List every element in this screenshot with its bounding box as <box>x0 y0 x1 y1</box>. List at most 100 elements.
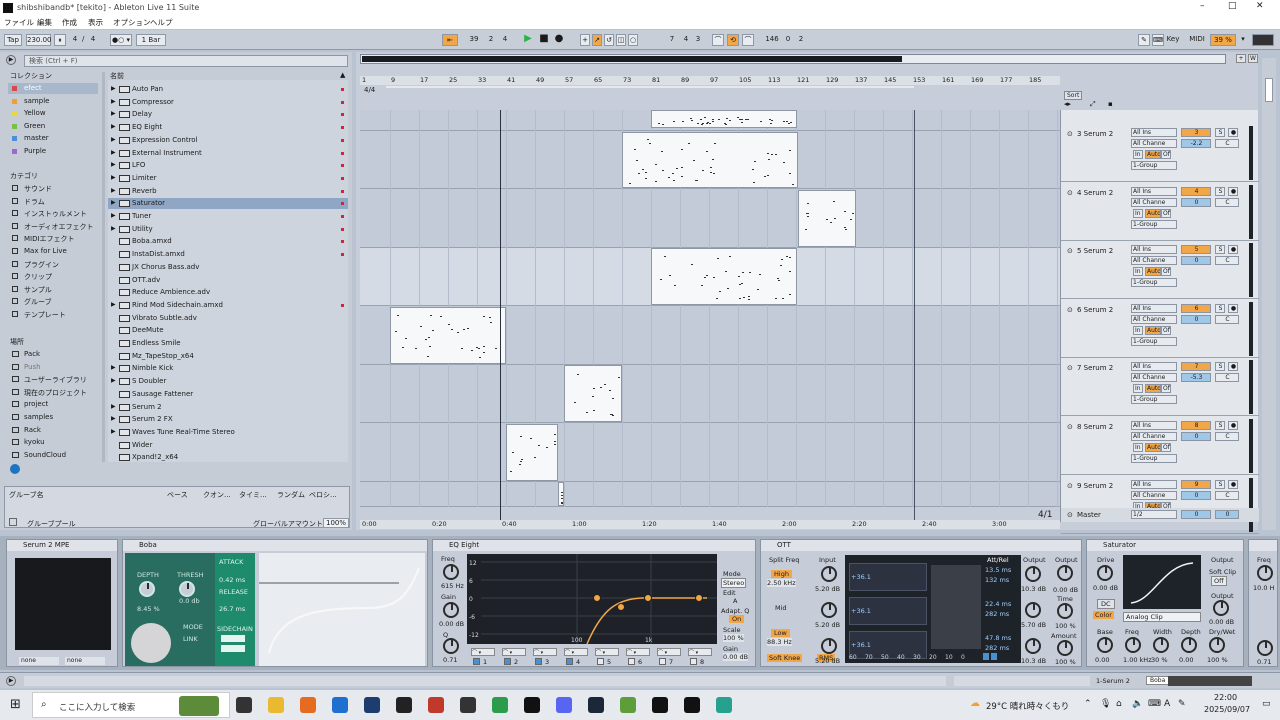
ott-input-knob[interactable] <box>821 638 837 654</box>
boba-attack-value[interactable]: 0.42 ms <box>219 576 245 584</box>
track-activator[interactable]: 6 <box>1181 304 1211 313</box>
input-type-select[interactable]: All Ins <box>1131 362 1177 371</box>
maximize-icon[interactable]: □ <box>1228 1 1237 11</box>
automation-arm-icon[interactable]: ↗ <box>592 34 602 46</box>
track-fold-icon[interactable]: ⊙ <box>1067 482 1073 490</box>
track-lane[interactable] <box>360 189 1060 248</box>
monitor-auto-button[interactable]: Auto <box>1145 150 1161 159</box>
monitor-in-button[interactable]: In <box>1133 443 1143 452</box>
groove-column-header[interactable]: ベース <box>167 490 188 500</box>
place-item[interactable]: ユーザーライブラリ <box>8 374 98 385</box>
browser-item[interactable]: ▶ Serum 2 FX <box>108 414 348 425</box>
eq-gain-knob[interactable] <box>443 602 459 618</box>
ott-attrel-value[interactable]: 282 ms <box>985 644 1009 652</box>
track-fold-icon[interactable]: ⊙ <box>1067 306 1073 314</box>
clock-date[interactable]: 2025/09/07 <box>1204 705 1250 714</box>
browser-item[interactable]: ▶ Waves Tune Real-Time Stereo <box>108 427 348 438</box>
midi-clip[interactable] <box>564 365 622 422</box>
midi-clip[interactable] <box>622 132 798 188</box>
monitor-auto-button[interactable]: Auto <box>1145 267 1161 276</box>
scroll-thumb[interactable] <box>1265 78 1273 102</box>
menu-create[interactable]: 作成 <box>62 17 77 28</box>
place-item[interactable]: SoundCloud <box>8 450 98 461</box>
ott-band-output-knob[interactable] <box>1025 566 1041 582</box>
groove-column-header[interactable]: タイミ... <box>239 490 267 500</box>
category-item[interactable]: サウンド <box>8 183 98 194</box>
overdub-icon[interactable]: + <box>580 34 590 46</box>
collection-item[interactable]: Purple <box>8 146 98 157</box>
browser-splitter[interactable] <box>102 72 105 462</box>
output-select[interactable]: 1-Group <box>1131 454 1177 463</box>
ableton-live-icon[interactable] <box>524 697 540 713</box>
monitor-off-button[interactable]: Off <box>1161 384 1171 393</box>
midi-clip[interactable] <box>651 248 797 305</box>
master-volume[interactable]: 0 <box>1181 510 1211 519</box>
boba-sidechain-button-2[interactable] <box>221 645 245 652</box>
eq-band-toggle[interactable] <box>628 658 635 665</box>
track-lane[interactable] <box>360 423 1060 482</box>
search-input[interactable]: 検索 (Ctrl + F) <box>24 55 348 67</box>
eq-band-handle[interactable] <box>618 604 625 611</box>
pan-field[interactable]: C <box>1215 491 1239 500</box>
tempo-field[interactable]: 230.00 <box>26 34 51 46</box>
category-item[interactable]: サンプル <box>8 284 98 295</box>
boba-depth-knob[interactable] <box>139 581 155 597</box>
track-activator[interactable]: 3 <box>1181 128 1211 137</box>
sat-width-knob[interactable] <box>1153 637 1169 653</box>
chrome-icon[interactable] <box>492 697 508 713</box>
track-name[interactable]: 7 Serum 2 <box>1077 364 1113 372</box>
zoom-in-icon[interactable]: + <box>1236 54 1246 63</box>
song-position-sixteenth[interactable]: 4 <box>498 34 512 46</box>
volume-field[interactable]: 0 <box>1181 198 1211 207</box>
ott-low-freq[interactable]: 88.3 Hz <box>767 638 792 646</box>
menu-view[interactable]: 表示 <box>88 17 103 28</box>
ott-high-button[interactable]: High <box>771 570 792 578</box>
arm-icon[interactable]: ● <box>1228 245 1238 254</box>
volume-field[interactable]: 0 <box>1181 256 1211 265</box>
input-channel-select[interactable]: All Channe <box>1131 315 1177 324</box>
browser-item[interactable]: Endless Smile <box>108 338 348 349</box>
solo-button[interactable]: S <box>1215 128 1225 137</box>
ott-time-knob[interactable] <box>1057 603 1073 619</box>
solo-button[interactable]: S <box>1215 187 1225 196</box>
place-item[interactable]: Pack <box>8 349 98 360</box>
draw-mode-icon[interactable]: ✎ <box>1138 34 1150 46</box>
sat-drive-knob[interactable] <box>1097 565 1113 581</box>
monitor-off-button[interactable]: Off <box>1161 150 1171 159</box>
ableton-live-icon-2[interactable] <box>652 697 668 713</box>
midi-clip[interactable] <box>798 190 856 247</box>
expand-chevron-icon[interactable]: ▶ <box>111 85 116 92</box>
sends-toggle-icon[interactable]: ▪ <box>1108 100 1113 108</box>
input-channel-select[interactable]: All Channe <box>1131 373 1177 382</box>
input-channel-select[interactable]: All Channe <box>1131 198 1177 207</box>
pan-field[interactable]: C <box>1215 256 1239 265</box>
time-ruler[interactable]: 0:00 0:20 0:40 1:00 1:20 1:40 2:00 2:20 2:40 3:00 <box>360 520 1060 529</box>
obs-icon[interactable] <box>460 697 476 713</box>
eq-display[interactable]: 1260-6-121001k10k <box>467 554 717 644</box>
eq-band-toggle[interactable] <box>535 658 542 665</box>
input-channel-select[interactable]: All Channe <box>1131 432 1177 441</box>
boba-sidechain-button[interactable] <box>221 635 245 642</box>
browser-item[interactable]: InstaDist.amxd <box>108 249 348 260</box>
ott-band-output-knob[interactable] <box>1025 602 1041 618</box>
arm-icon[interactable]: ● <box>1228 187 1238 196</box>
category-item[interactable]: ドラム <box>8 196 98 207</box>
firefox-icon[interactable] <box>300 697 316 713</box>
eq-band-handle[interactable] <box>594 595 601 602</box>
sat-freq-knob[interactable] <box>1125 637 1141 653</box>
track-fold-icon[interactable]: ⊙ <box>1067 364 1073 372</box>
eq-band-toggle[interactable] <box>659 658 666 665</box>
track-name[interactable]: 5 Serum 2 <box>1077 247 1113 255</box>
loop-length-bar[interactable]: 146 <box>762 34 782 46</box>
master-output-select[interactable]: 1/2 <box>1131 510 1177 519</box>
menu-edit[interactable]: 編集 <box>37 17 52 28</box>
eq-freq-knob[interactable] <box>443 564 459 580</box>
input-channel-select[interactable]: All Channe <box>1131 139 1177 148</box>
ott-high-freq[interactable]: 2.50 kHz <box>767 579 796 587</box>
expand-chevron-icon[interactable]: ▶ <box>111 187 116 194</box>
mic-icon[interactable]: 🎙 <box>1100 699 1111 709</box>
windows-start-icon[interactable]: ⊞ <box>10 697 21 712</box>
eq-band-toggle[interactable] <box>690 658 697 665</box>
monitor-off-button[interactable]: Off <box>1161 209 1171 218</box>
ime-mode[interactable]: A <box>1164 699 1170 709</box>
